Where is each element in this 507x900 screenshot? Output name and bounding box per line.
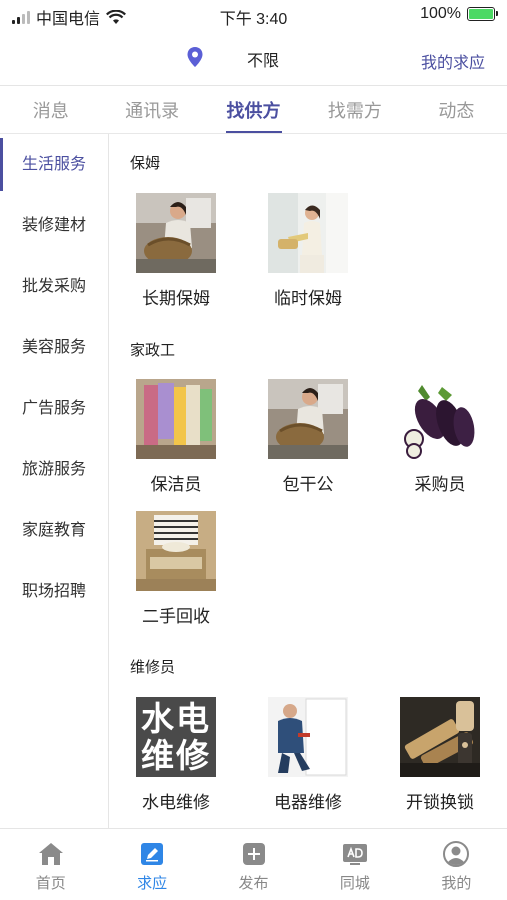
top-tabs: 消息 通讯录 找供方 找需方 动态 [0,86,507,134]
plumbing-electric-thumb-text: 水电维修 [141,700,211,774]
location-selector[interactable]: 不限 [247,47,279,71]
eggplant-photo-thumb [400,379,480,459]
section-title-nanny: 保姆 [130,155,161,172]
tab-find-demanders[interactable]: 找需方 [304,86,405,133]
nav-requests[interactable]: 求应 [101,829,202,900]
recycling-photo-thumb [136,511,216,591]
service-label: 电器维修 [274,793,342,812]
tab-feed[interactable]: 动态 [406,86,507,133]
sidebar-item-life-services[interactable]: 生活服务 [0,134,108,195]
temp-nanny-photo-thumb [268,193,348,273]
tab-messages[interactable]: 消息 [0,86,101,133]
service-card-purchaser[interactable]: 采购员 [395,379,485,495]
sidebar-item-wholesale[interactable]: 批发采购 [0,256,108,317]
service-label: 长期保姆 [142,289,210,308]
tab-contacts[interactable]: 通讯录 [101,86,202,133]
service-label: 临时保姆 [274,289,342,308]
locksmith-thumb [400,697,480,777]
nav-label: 我的 [441,875,472,892]
service-grid: 保姆 长期保姆 临时保姆 家政工 保洁员 包干公 采购员 二手回收 维修员 水电… [110,134,507,828]
user-icon [443,841,470,867]
plumbing-electric-thumb: 水电维修 [136,697,216,777]
section-title-repair: 维修员 [130,659,176,676]
nav-publish[interactable]: 发布 [203,829,304,900]
tab-find-suppliers[interactable]: 找供方 [203,86,304,133]
status-right: 100% [420,5,498,23]
sidebar-item-travel[interactable]: 旅游服务 [0,439,108,500]
sidebar-item-decoration[interactable]: 装修建材 [0,195,108,256]
nav-home[interactable]: 首页 [0,829,101,900]
service-label: 水电维修 [142,793,210,812]
nav-label: 求应 [137,875,168,892]
battery-icon [467,7,498,21]
ad-icon [342,844,367,865]
nav-label: 发布 [238,875,269,892]
nav-label: 同城 [339,875,370,892]
edit-icon [141,843,164,865]
sidebar-item-beauty[interactable]: 美容服务 [0,317,108,378]
nanny-photo-thumb [136,193,216,273]
section-title-housekeeping: 家政工 [130,342,176,359]
service-card-second-hand-recycling[interactable]: 二手回收 [131,511,221,627]
contract-worker-photo-thumb [268,379,348,459]
nav-mine[interactable]: 我的 [406,829,507,900]
bottom-nav: 首页 求应 发布 同城 我的 [0,828,507,900]
status-bar: 中国电信 下午 3:40 100% [0,0,507,30]
nav-label: 首页 [35,875,66,892]
plus-icon [242,843,265,865]
nav-local[interactable]: 同城 [304,829,405,900]
my-responses-link[interactable]: 我的求应 [421,49,485,73]
service-label: 保洁员 [150,475,202,494]
location-pin-icon[interactable] [186,46,204,68]
service-card-contract-worker[interactable]: 包干公 [263,379,353,495]
battery-percent: 100% [420,5,461,22]
service-label: 采购员 [414,475,466,494]
service-label: 包干公 [282,475,334,494]
category-sidebar: 生活服务 装修建材 批发采购 美容服务 广告服务 旅游服务 家庭教育 职场招聘 [0,134,109,828]
service-card-temp-nanny[interactable]: 临时保姆 [263,193,353,309]
home-icon [38,843,63,865]
appliance-repair-thumb [268,697,348,777]
service-card-plumbing-electric[interactable]: 水电维修 水电维修 [131,697,221,813]
sidebar-item-advertising[interactable]: 广告服务 [0,378,108,439]
sidebar-item-education[interactable]: 家庭教育 [0,500,108,561]
service-card-cleaner[interactable]: 保洁员 [131,379,221,495]
service-card-long-term-nanny[interactable]: 长期保姆 [131,193,221,309]
service-card-locksmith[interactable]: 开锁换锁 [395,697,485,813]
service-label: 开锁换锁 [406,793,474,812]
header: 不限 我的求应 [0,30,507,86]
cleaner-photo-thumb [136,379,216,459]
service-label: 二手回收 [142,607,210,626]
service-card-appliance-repair[interactable]: 电器维修 [263,697,353,813]
sidebar-item-recruitment[interactable]: 职场招聘 [0,561,108,622]
